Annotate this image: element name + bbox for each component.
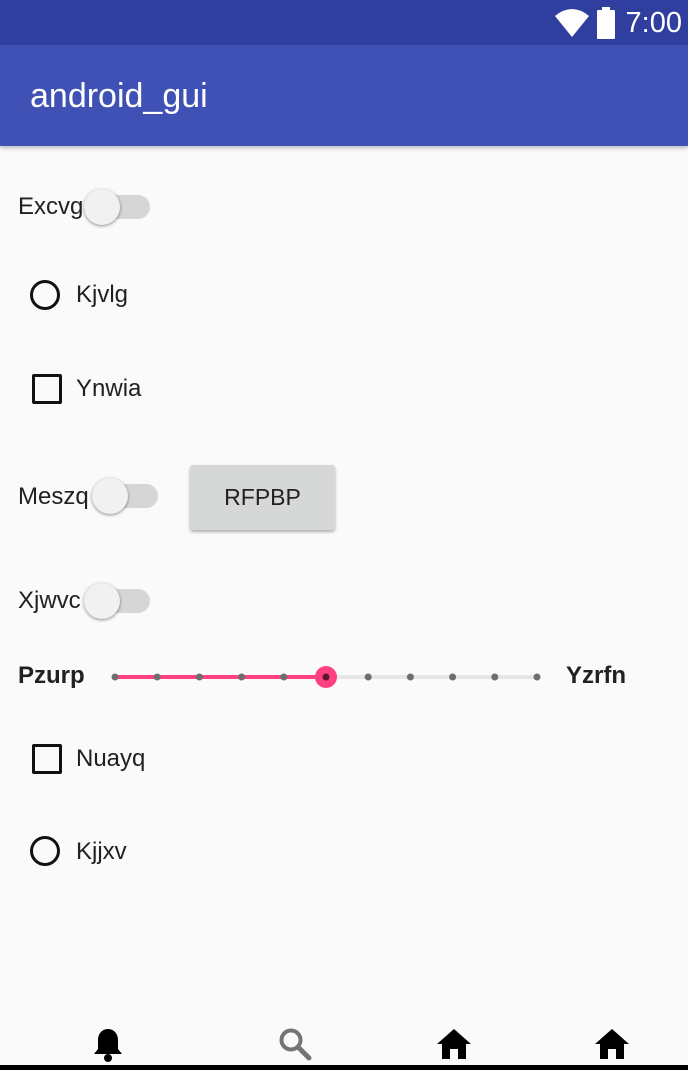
app-bar: android_gui [0, 45, 688, 146]
switch-thumb [84, 583, 120, 619]
switch-xjwvc[interactable] [84, 577, 150, 619]
seekbar-tick [153, 673, 161, 681]
wifi-icon [555, 9, 589, 37]
checkbox-label-ynwia: Ynwia [76, 375, 142, 402]
seekbar-left-label: Pzurp [18, 662, 85, 689]
radio-kjjxv[interactable] [30, 836, 60, 866]
radio-kjvlg[interactable] [30, 280, 60, 310]
battery-icon [597, 7, 615, 39]
switch-thumb [92, 478, 128, 514]
seekbar-tick [238, 673, 246, 681]
switch-label-xjwvc: Xjwvc [18, 587, 81, 614]
seekbar-right-label: Yzrfn [566, 662, 626, 689]
switch-label-meszq: Meszq [18, 483, 89, 510]
status-time: 7:00 [625, 7, 682, 39]
rfpbp-button[interactable]: RFPBP [190, 465, 335, 530]
checkbox-nuayq[interactable] [32, 744, 62, 774]
radio-label-kjvlg: Kjvlg [76, 281, 129, 308]
seekbar-thumb-tick [322, 673, 330, 681]
home-icon[interactable] [594, 1027, 630, 1061]
seekbar[interactable] [104, 660, 554, 694]
search-icon[interactable] [278, 1027, 312, 1061]
seekbar-tick [280, 673, 288, 681]
seekbar-tick [111, 673, 119, 681]
switch-excvg[interactable] [84, 183, 150, 225]
bottom-nav [0, 1015, 688, 1070]
seekbar-tick [406, 673, 414, 681]
seekbar-tick [533, 673, 541, 681]
bell-icon[interactable] [92, 1027, 124, 1063]
seekbar-tick [449, 673, 457, 681]
switch-meszq[interactable] [92, 472, 158, 514]
radio-label-kjjxv: Kjjxv [76, 838, 127, 865]
seekbar-tick [491, 673, 499, 681]
switch-thumb [84, 189, 120, 225]
nav-divider [0, 1065, 688, 1070]
switch-label-excvg: Excvg [18, 193, 84, 220]
checkbox-ynwia[interactable] [32, 374, 62, 404]
seekbar-tick [195, 673, 203, 681]
checkbox-label-nuayq: Nuayq [76, 745, 146, 772]
status-bar: 7:00 [0, 0, 688, 45]
home-icon[interactable] [436, 1027, 472, 1061]
seekbar-tick [364, 673, 372, 681]
app-title: android_gui [30, 77, 208, 115]
